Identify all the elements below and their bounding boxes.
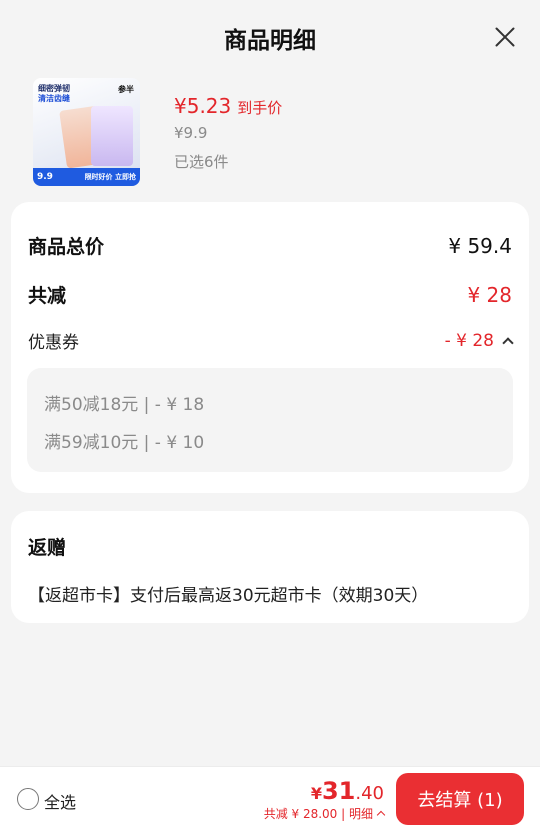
chevron-up-icon[interactable]: [502, 336, 514, 349]
checkout-bar: 全选 ¥ 31 .40 共减 ¥ 28.00 | 明细 去结算 (1): [0, 766, 540, 827]
chevron-up-icon[interactable]: [376, 810, 386, 820]
reduce-label: 共减: [28, 285, 67, 307]
coupon-row[interactable]: 优惠券 - ¥ 28: [28, 328, 514, 353]
footer-discount-detail[interactable]: 共减 ¥ 28.00 | 明细: [263, 805, 386, 822]
coupon-label: 优惠券: [28, 333, 79, 353]
product-summary: 细密弹韧 清洁齿缝 参半 9.9 限时好价 立即抢 ¥5.23 到手价 ¥9.9…: [0, 76, 540, 194]
total-row: 商品总价 ¥ 59.4: [28, 232, 512, 259]
coupon-item: 满59减10元 | - ¥ 10: [44, 433, 205, 453]
select-all-label[interactable]: 全选: [44, 789, 76, 813]
product-image-band-text: 限时好价 立即抢: [84, 173, 136, 181]
reduce-value: ¥ 28: [467, 282, 512, 307]
coupon-value: - ¥ 28: [444, 330, 494, 351]
final-price: ¥5.23: [174, 94, 232, 118]
sheet-title: 商品明细: [224, 28, 316, 54]
coupon-value-group[interactable]: - ¥ 28: [444, 330, 514, 351]
coupon-detail-box: 满50减18元 | - ¥ 18 满59减10元 | - ¥ 10: [27, 368, 513, 472]
checkout-button[interactable]: 去结算 (1): [396, 773, 524, 825]
product-image-line2: 清洁齿缝: [38, 94, 70, 103]
product-image-brand: 参半: [118, 85, 134, 94]
gift-card: 返赠 【返超市卡】支付后最高返30元超市卡（效期30天）: [11, 511, 529, 623]
select-all-radio[interactable]: [17, 788, 39, 810]
footer-total-currency: ¥: [310, 784, 322, 803]
product-image-band-price: 9.9: [37, 172, 53, 182]
close-icon[interactable]: [494, 26, 516, 48]
coupon-item: 满50减18元 | - ¥ 18: [44, 395, 205, 415]
footer-discount-text: 共减 ¥ 28.00 | 明细: [263, 807, 373, 821]
selected-count: 已选6件: [174, 153, 229, 171]
sheet-header: 商品明细: [0, 0, 540, 76]
original-price: ¥9.9: [174, 124, 208, 142]
product-image: 细密弹韧 清洁齿缝 参半 9.9 限时好价 立即抢: [33, 78, 140, 186]
gift-description: 【返超市卡】支付后最高返30元超市卡（效期30天）: [28, 586, 429, 606]
product-image-band: 9.9 限时好价 立即抢: [33, 168, 140, 186]
final-price-tag: 到手价: [237, 99, 283, 117]
total-value: ¥ 59.4: [448, 233, 512, 258]
footer-total: ¥ 31 .40: [311, 777, 384, 805]
footer-total-decimal: .40: [355, 783, 384, 804]
product-image-line1: 细密弹韧: [38, 84, 70, 93]
total-label: 商品总价: [28, 236, 105, 258]
product-pack-purple: [91, 106, 133, 166]
reduce-row: 共减 ¥ 28: [28, 281, 512, 308]
price-line: ¥5.23 到手价: [174, 94, 282, 118]
price-breakdown-card: 商品总价 ¥ 59.4 共减 ¥ 28 优惠券 - ¥ 28 满50减18元 |…: [11, 202, 529, 493]
footer-total-integer: 31: [321, 777, 356, 805]
gift-title: 返赠: [28, 537, 67, 559]
